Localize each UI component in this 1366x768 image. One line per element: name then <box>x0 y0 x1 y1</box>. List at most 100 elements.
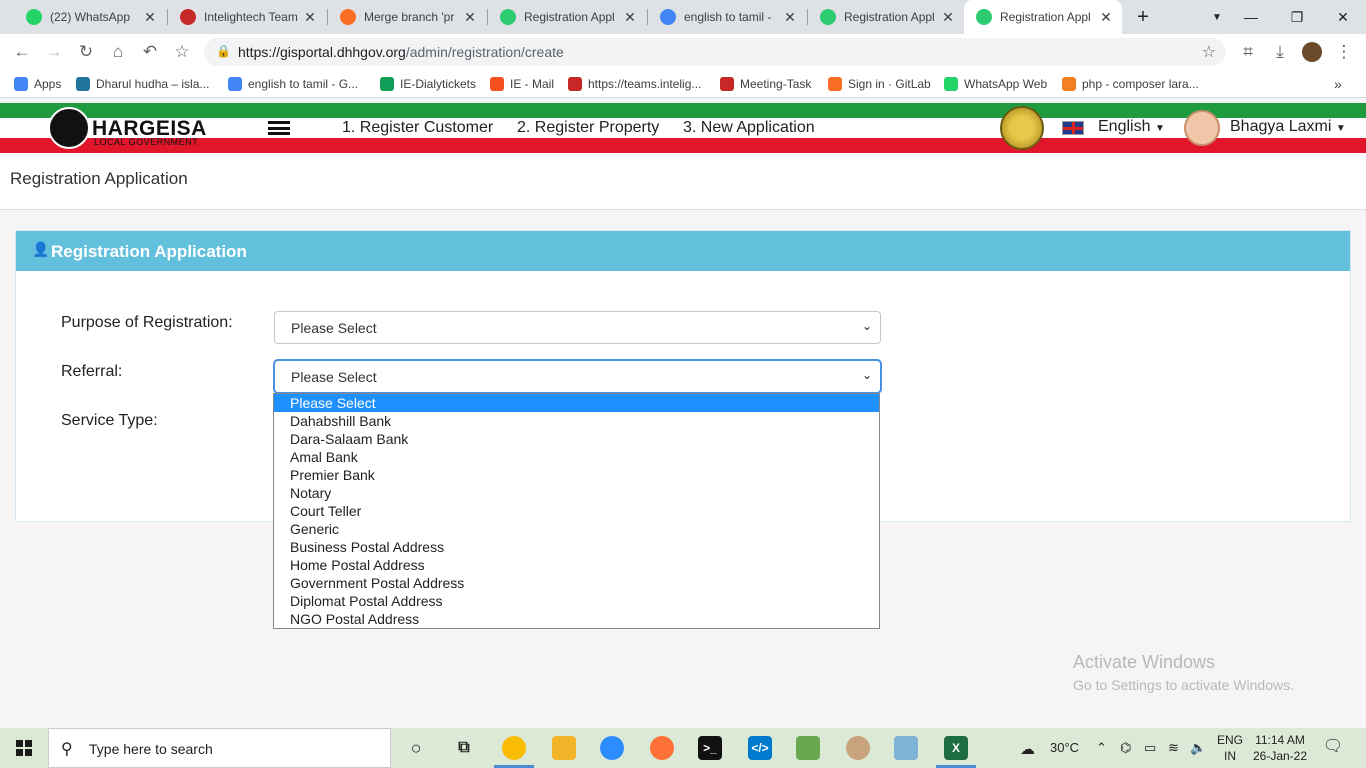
tab-registration-active[interactable]: Registration Appl ✕ <box>964 0 1122 34</box>
close-icon[interactable]: ✕ <box>622 9 638 26</box>
window-close-button[interactable]: ✕ <box>1320 0 1366 34</box>
bookmark-php[interactable]: php - composer lara... <box>1062 76 1199 92</box>
dropdown-option[interactable]: Please Select <box>274 394 879 412</box>
notification-icon[interactable]: 🗨 <box>1320 736 1346 760</box>
cortana-icon[interactable]: ○ <box>404 736 428 760</box>
close-icon[interactable]: ✕ <box>1098 9 1114 26</box>
start-button[interactable] <box>0 728 48 768</box>
hamburger-menu-icon[interactable] <box>268 121 290 135</box>
notepad-icon[interactable] <box>894 736 918 760</box>
nav-register-customer[interactable]: 1. Register Customer <box>342 119 493 137</box>
dropdown-option[interactable]: Amal Bank <box>274 448 879 466</box>
dropdown-option[interactable]: NGO Postal Address <box>274 610 879 628</box>
zoom-icon[interactable] <box>600 736 624 760</box>
close-icon[interactable]: ✕ <box>940 9 956 26</box>
forward-icon[interactable]: → <box>42 40 66 64</box>
dropdown-option[interactable]: Dara-Salaam Bank <box>274 430 879 448</box>
chrome-icon[interactable] <box>502 736 526 760</box>
firefox-icon[interactable] <box>650 736 674 760</box>
bookmark-dharul[interactable]: Dharul hudha – isla... <box>76 76 209 92</box>
search-placeholder: Type here to search <box>89 741 213 757</box>
address-bar[interactable]: 🔒 https://gisportal.dhhgov.org/admin/reg… <box>204 38 1226 66</box>
search-icon: ⚲ <box>61 741 73 758</box>
browser-tab-strip: (22) WhatsApp ✕ Intelightech Team ✕ Merg… <box>0 0 1366 34</box>
paint-icon[interactable] <box>846 736 870 760</box>
gitlab-icon <box>828 77 842 91</box>
undo-icon[interactable]: ↶ <box>138 40 162 64</box>
logo-icon[interactable] <box>48 107 90 149</box>
dropdown-option[interactable]: Notary <box>274 484 879 502</box>
dropdown-option[interactable]: Premier Bank <box>274 466 879 484</box>
dropdown-option[interactable]: Diplomat Postal Address <box>274 592 879 610</box>
bookmark-meeting[interactable]: Meeting-Task <box>720 76 811 92</box>
tab-registration-2[interactable]: Registration Appl ✕ <box>808 0 964 34</box>
bookmark-gitlab[interactable]: Sign in · GitLab <box>828 76 931 92</box>
referral-select[interactable]: Please Select ⌄ <box>274 360 881 393</box>
wordpress-icon <box>76 77 90 91</box>
close-icon[interactable]: ✕ <box>142 9 158 26</box>
bookmark-mail[interactable]: IE - Mail <box>490 76 554 92</box>
dropdown-option[interactable]: Business Postal Address <box>274 538 879 556</box>
home-icon[interactable]: ⌂ <box>106 40 130 64</box>
download-icon[interactable]: ⤓ <box>1268 40 1292 64</box>
crop-icon[interactable]: ⌗ <box>1236 40 1260 64</box>
task-view-icon[interactable]: ⧉ <box>452 736 476 760</box>
dropdown-option[interactable]: Dahabshill Bank <box>274 412 879 430</box>
weather-icon[interactable]: ☁ <box>1020 740 1035 758</box>
battery-icon[interactable]: ▭ <box>1144 740 1156 756</box>
dropdown-option[interactable]: Court Teller <box>274 502 879 520</box>
windows-icon <box>16 740 32 756</box>
network-icon[interactable]: ⌬ <box>1120 740 1131 756</box>
close-icon[interactable]: ✕ <box>302 9 318 26</box>
back-icon[interactable]: ← <box>10 40 34 64</box>
volume-icon[interactable]: 🔈 <box>1190 740 1206 756</box>
user-dropdown[interactable]: Bhagya Laxmi ▼ <box>1230 118 1346 136</box>
close-icon[interactable]: ✕ <box>462 9 478 26</box>
wifi-icon[interactable]: ≋ <box>1168 740 1179 756</box>
bookmark-translate[interactable]: english to tamil - G... <box>228 76 358 92</box>
bookmark-whatsapp[interactable]: WhatsApp Web <box>944 76 1047 92</box>
bookmark-dialytickets[interactable]: IE-Dialytickets <box>380 76 476 92</box>
reload-icon[interactable]: ↻ <box>74 40 98 64</box>
vscode-icon[interactable]: </> <box>748 736 772 760</box>
tab-registration-1[interactable]: Registration Appl ✕ <box>488 0 646 34</box>
star-icon[interactable]: ☆ <box>1202 42 1216 62</box>
tab-gitlab-merge[interactable]: Merge branch 'pr ✕ <box>328 0 486 34</box>
dropdown-option[interactable]: Home Postal Address <box>274 556 879 574</box>
excel-icon[interactable]: X <box>944 736 968 760</box>
language-dropdown[interactable]: English ▼ <box>1098 118 1165 136</box>
bookmark-teams[interactable]: https://teams.intelig... <box>568 76 701 92</box>
bookmark-apps[interactable]: Apps <box>14 76 61 92</box>
bookmark-label: IE - Mail <box>510 77 555 91</box>
tray-chevron-up-icon[interactable]: ⌃ <box>1096 740 1107 756</box>
minimize-button[interactable]: — <box>1228 0 1274 34</box>
nav-new-application[interactable]: 3. New Application <box>683 119 815 137</box>
nav-register-property[interactable]: 2. Register Property <box>517 119 659 137</box>
apps-grid-icon <box>14 77 28 91</box>
terminal-icon[interactable]: >_ <box>698 736 722 760</box>
bookmark-star-icon[interactable]: ☆ <box>170 40 194 64</box>
teams-icon <box>720 77 734 91</box>
page-title-bar: Registration Application <box>0 153 1366 210</box>
bookmark-label: https://teams.intelig... <box>588 77 702 91</box>
taskbar-search[interactable]: ⚲ Type here to search <box>48 728 391 768</box>
dropdown-option[interactable]: Government Postal Address <box>274 574 879 592</box>
avatar[interactable] <box>1184 110 1220 146</box>
tab-intelightech[interactable]: Intelightech Team ✕ <box>168 0 326 34</box>
restore-button[interactable]: ❐ <box>1274 0 1320 34</box>
purpose-select[interactable]: Please Select ⌄ <box>274 311 881 344</box>
task-manager-icon[interactable] <box>796 736 820 760</box>
clock[interactable]: 11:14 AM 26-Jan-22 <box>1250 732 1310 764</box>
profile-avatar[interactable] <box>1300 40 1324 64</box>
temperature[interactable]: 30°C <box>1050 740 1079 755</box>
tab-google-translate[interactable]: english to tamil - ✕ <box>648 0 806 34</box>
tab-whatsapp[interactable]: (22) WhatsApp ✕ <box>14 0 166 34</box>
new-tab-button[interactable]: + <box>1120 0 1166 34</box>
menu-kebab-icon[interactable]: ⋮ <box>1332 40 1356 64</box>
file-explorer-icon[interactable] <box>552 736 576 760</box>
language-indicator[interactable]: ENG IN <box>1214 732 1246 764</box>
dropdown-option[interactable]: Generic <box>274 520 879 538</box>
bookmarks-overflow-icon[interactable]: » <box>1334 76 1342 92</box>
page-title: Registration Application <box>10 169 188 188</box>
close-icon[interactable]: ✕ <box>782 9 798 26</box>
